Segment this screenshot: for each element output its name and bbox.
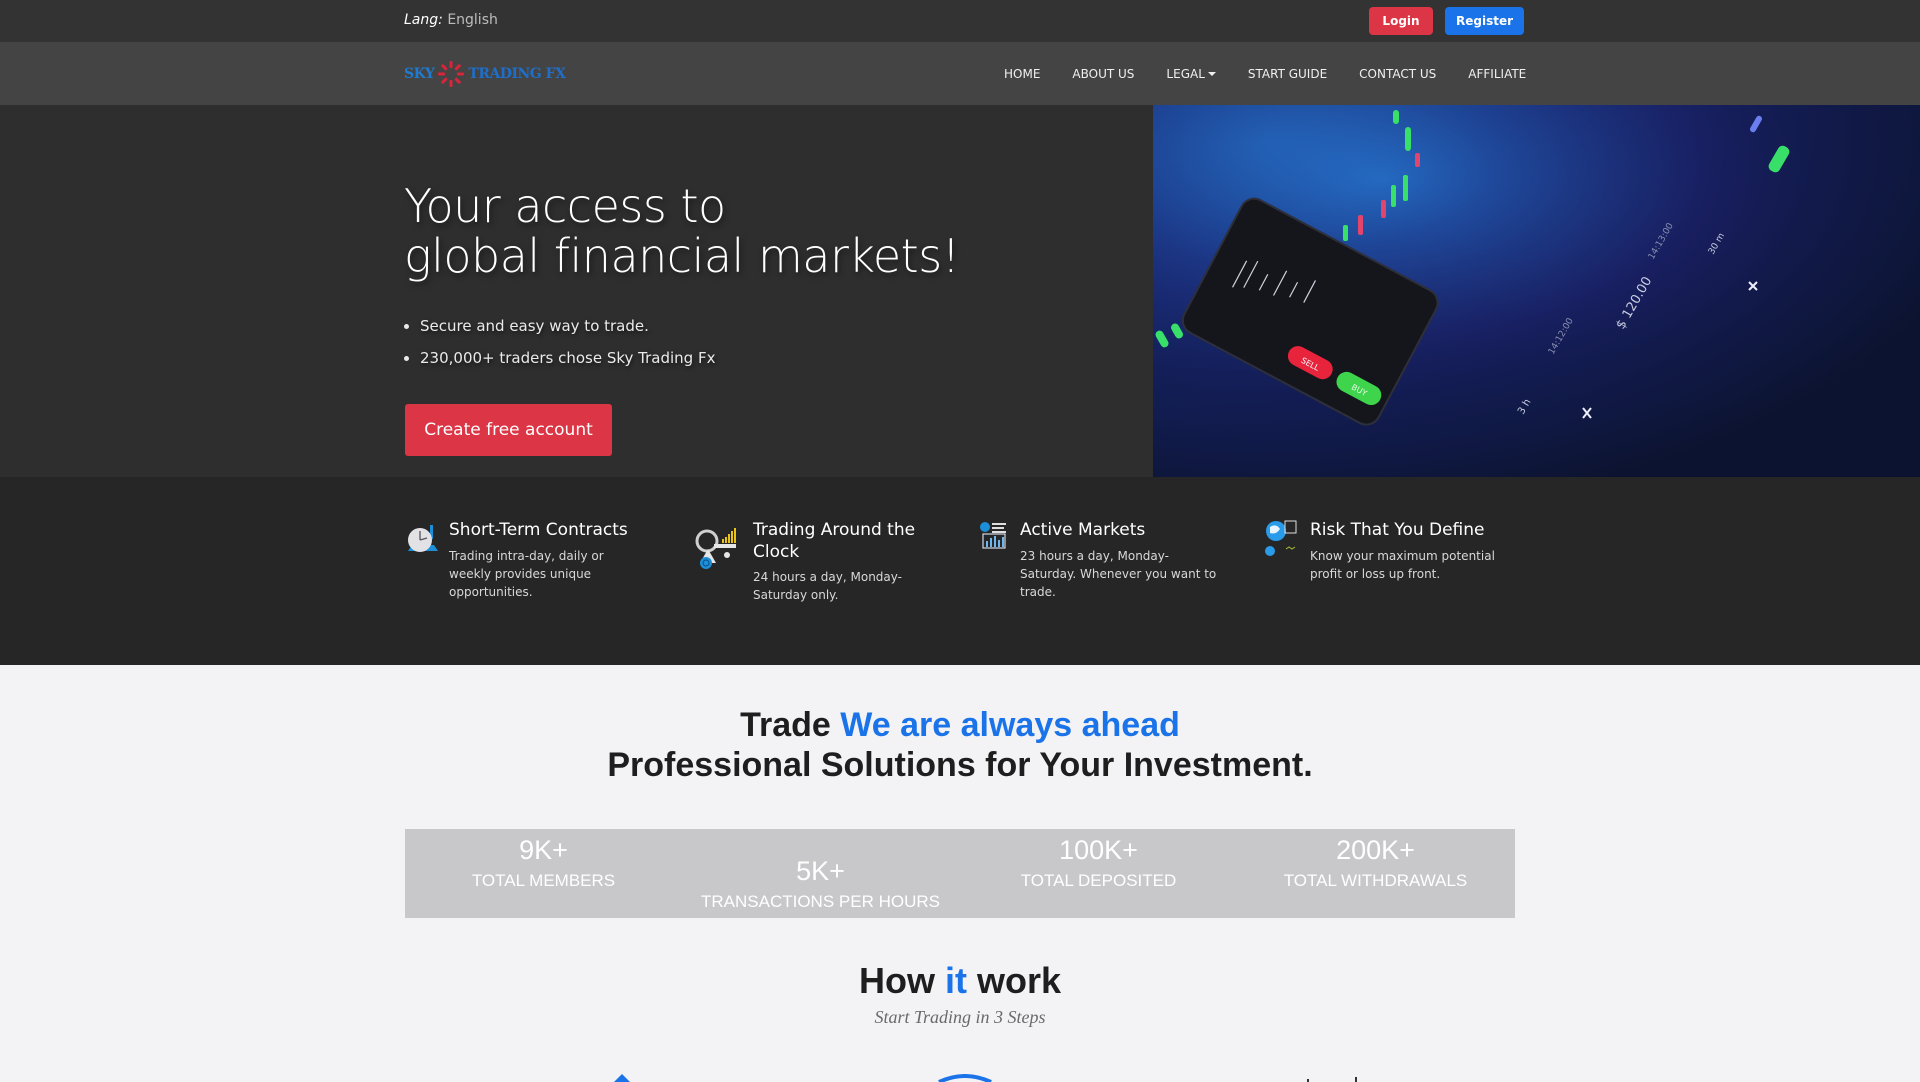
language-label: Lang: xyxy=(404,12,443,28)
hero-title-line1: Your access to xyxy=(404,179,726,233)
how-it-works-subtitle: Start Trading in 3 Steps xyxy=(874,1007,1046,1027)
register-button[interactable]: Register xyxy=(1445,7,1524,35)
login-button[interactable]: Login xyxy=(1369,7,1433,35)
hero-bullet: 230,000+ traders chose Sky Trading Fx xyxy=(404,342,715,374)
stat-total-deposited: 100K+ TOTAL DEPOSITED xyxy=(960,835,1237,891)
stat-label: TOTAL MEMBERS xyxy=(471,871,616,890)
logo-text-trading: TRADING FX xyxy=(468,66,566,82)
stat-label: TRANSACTIONS PER HOURS xyxy=(701,892,940,911)
nav-item-start-guide[interactable]: START GUIDE xyxy=(1248,67,1327,81)
trading-clock-icon xyxy=(695,528,736,569)
stats-panel: 9K+ TOTAL MEMBERS 5K+ TRANSACTIONS PER H… xyxy=(405,829,1515,918)
nav-label: START GUIDE xyxy=(1247,66,1328,81)
tagline-prefix: Trade xyxy=(740,706,831,744)
feature-title: Trading Around the Clock xyxy=(753,520,916,562)
clock-icon xyxy=(408,525,438,552)
features-section: Short-Term Contracts Trading intra-day, … xyxy=(0,477,1920,665)
how-title-prefix: How xyxy=(858,960,935,1001)
stat-total-members: 9K+ TOTAL MEMBERS xyxy=(405,835,682,891)
logo-burst-icon xyxy=(438,61,465,87)
tagline-accent: We are always ahead xyxy=(840,706,1180,744)
hero-bullet-text: 230,000+ traders chose Sky Trading Fx xyxy=(420,349,716,367)
stat-value: 5K+ xyxy=(796,856,845,886)
nav-item-about-us[interactable]: ABOUT US xyxy=(1072,67,1134,81)
hero-title: Your access to global financial markets! xyxy=(404,181,960,281)
language-value[interactable]: English xyxy=(447,12,498,28)
logo-text-sky: SKY xyxy=(404,66,435,82)
how-title-suffix: work xyxy=(977,960,1062,1001)
market-chart-icon xyxy=(980,522,1006,549)
main-navbar: SKY TRADING FX HOME ABOUT US LEGAL START… xyxy=(0,42,1920,105)
stat-value: 9K+ xyxy=(519,835,568,865)
top-bar: Lang: English Login Register xyxy=(0,0,1920,42)
feature-description: Trading intra-day, daily or weekly provi… xyxy=(449,549,604,599)
hero-title-line2: global financial markets! xyxy=(404,229,960,283)
caret-down-icon xyxy=(1207,71,1216,76)
feature-description: 24 hours a day, Monday-Saturday only. xyxy=(753,570,902,602)
globe-risk-icon xyxy=(1265,520,1297,556)
nav-label: CONTACT US xyxy=(1359,66,1437,81)
bullet-icon xyxy=(404,323,409,329)
stat-total-withdrawals: 200K+ TOTAL WITHDRAWALS xyxy=(1237,835,1514,891)
tagline-line2: Professional Solutions for Your Investme… xyxy=(607,746,1313,784)
nav-label: LEGAL xyxy=(1166,66,1205,81)
nav-item-affiliate[interactable]: AFFILIATE xyxy=(1468,67,1526,81)
nav-menu: HOME ABOUT US LEGAL START GUIDE CONTACT … xyxy=(1004,42,1558,105)
step-3-icon xyxy=(1307,1077,1357,1082)
trading-chart-illustration: SELL BUY $ 120.00 14:12:00 14:13:00 3 h … xyxy=(1153,105,1920,477)
step-1-icon xyxy=(614,1074,630,1082)
hero-bullet-list: Secure and easy way to trade. 230,000+ t… xyxy=(404,310,715,374)
hero-bullet: Secure and easy way to trade. xyxy=(404,310,715,342)
nav-item-legal[interactable]: LEGAL xyxy=(1166,66,1216,81)
feature-description: Know your maximum potential profit or lo… xyxy=(1310,549,1495,581)
feature-title: Short-Term Contracts xyxy=(449,520,628,540)
nav-label: HOME xyxy=(1004,66,1041,81)
hero-bullet-text: Secure and easy way to trade. xyxy=(420,317,649,335)
hero-section: Your access to global financial markets!… xyxy=(0,105,1920,477)
tagline-line1: Trade We are always ahead xyxy=(0,705,1920,745)
nav-label: ABOUT US xyxy=(1072,66,1135,81)
hero-trading-image: SELL BUY $ 120.00 14:12:00 14:13:00 3 h … xyxy=(1153,105,1920,477)
tagline-heading: Trade We are always ahead Professional S… xyxy=(0,705,1920,785)
nav-label: AFFILIATE xyxy=(1468,66,1527,81)
nav-item-contact-us[interactable]: CONTACT US xyxy=(1359,67,1436,81)
how-title-accent: it xyxy=(944,960,967,1001)
stat-transactions-per-hours: 5K+ TRANSACTIONS PER HOURS xyxy=(682,856,959,912)
stat-value: 200K+ xyxy=(1336,835,1415,865)
stat-label: TOTAL WITHDRAWALS xyxy=(1283,871,1468,890)
create-account-button[interactable]: Create free account xyxy=(405,404,612,456)
step-2-icon xyxy=(938,1074,992,1082)
nav-item-home[interactable]: HOME xyxy=(1004,67,1040,81)
brand-logo[interactable]: SKY TRADING FX xyxy=(404,58,566,90)
stat-value: 100K+ xyxy=(1059,835,1138,865)
language-selector[interactable]: Lang: English xyxy=(404,12,498,28)
bullet-icon xyxy=(404,355,409,361)
stat-label: TOTAL DEPOSITED xyxy=(1020,871,1177,890)
feature-title: Active Markets xyxy=(1020,520,1146,540)
feature-title: Risk That You Define xyxy=(1310,520,1485,540)
feature-description: 23 hours a day, Monday-Saturday. Wheneve… xyxy=(1020,549,1217,599)
how-it-works-heading: How it work xyxy=(0,960,1920,1002)
